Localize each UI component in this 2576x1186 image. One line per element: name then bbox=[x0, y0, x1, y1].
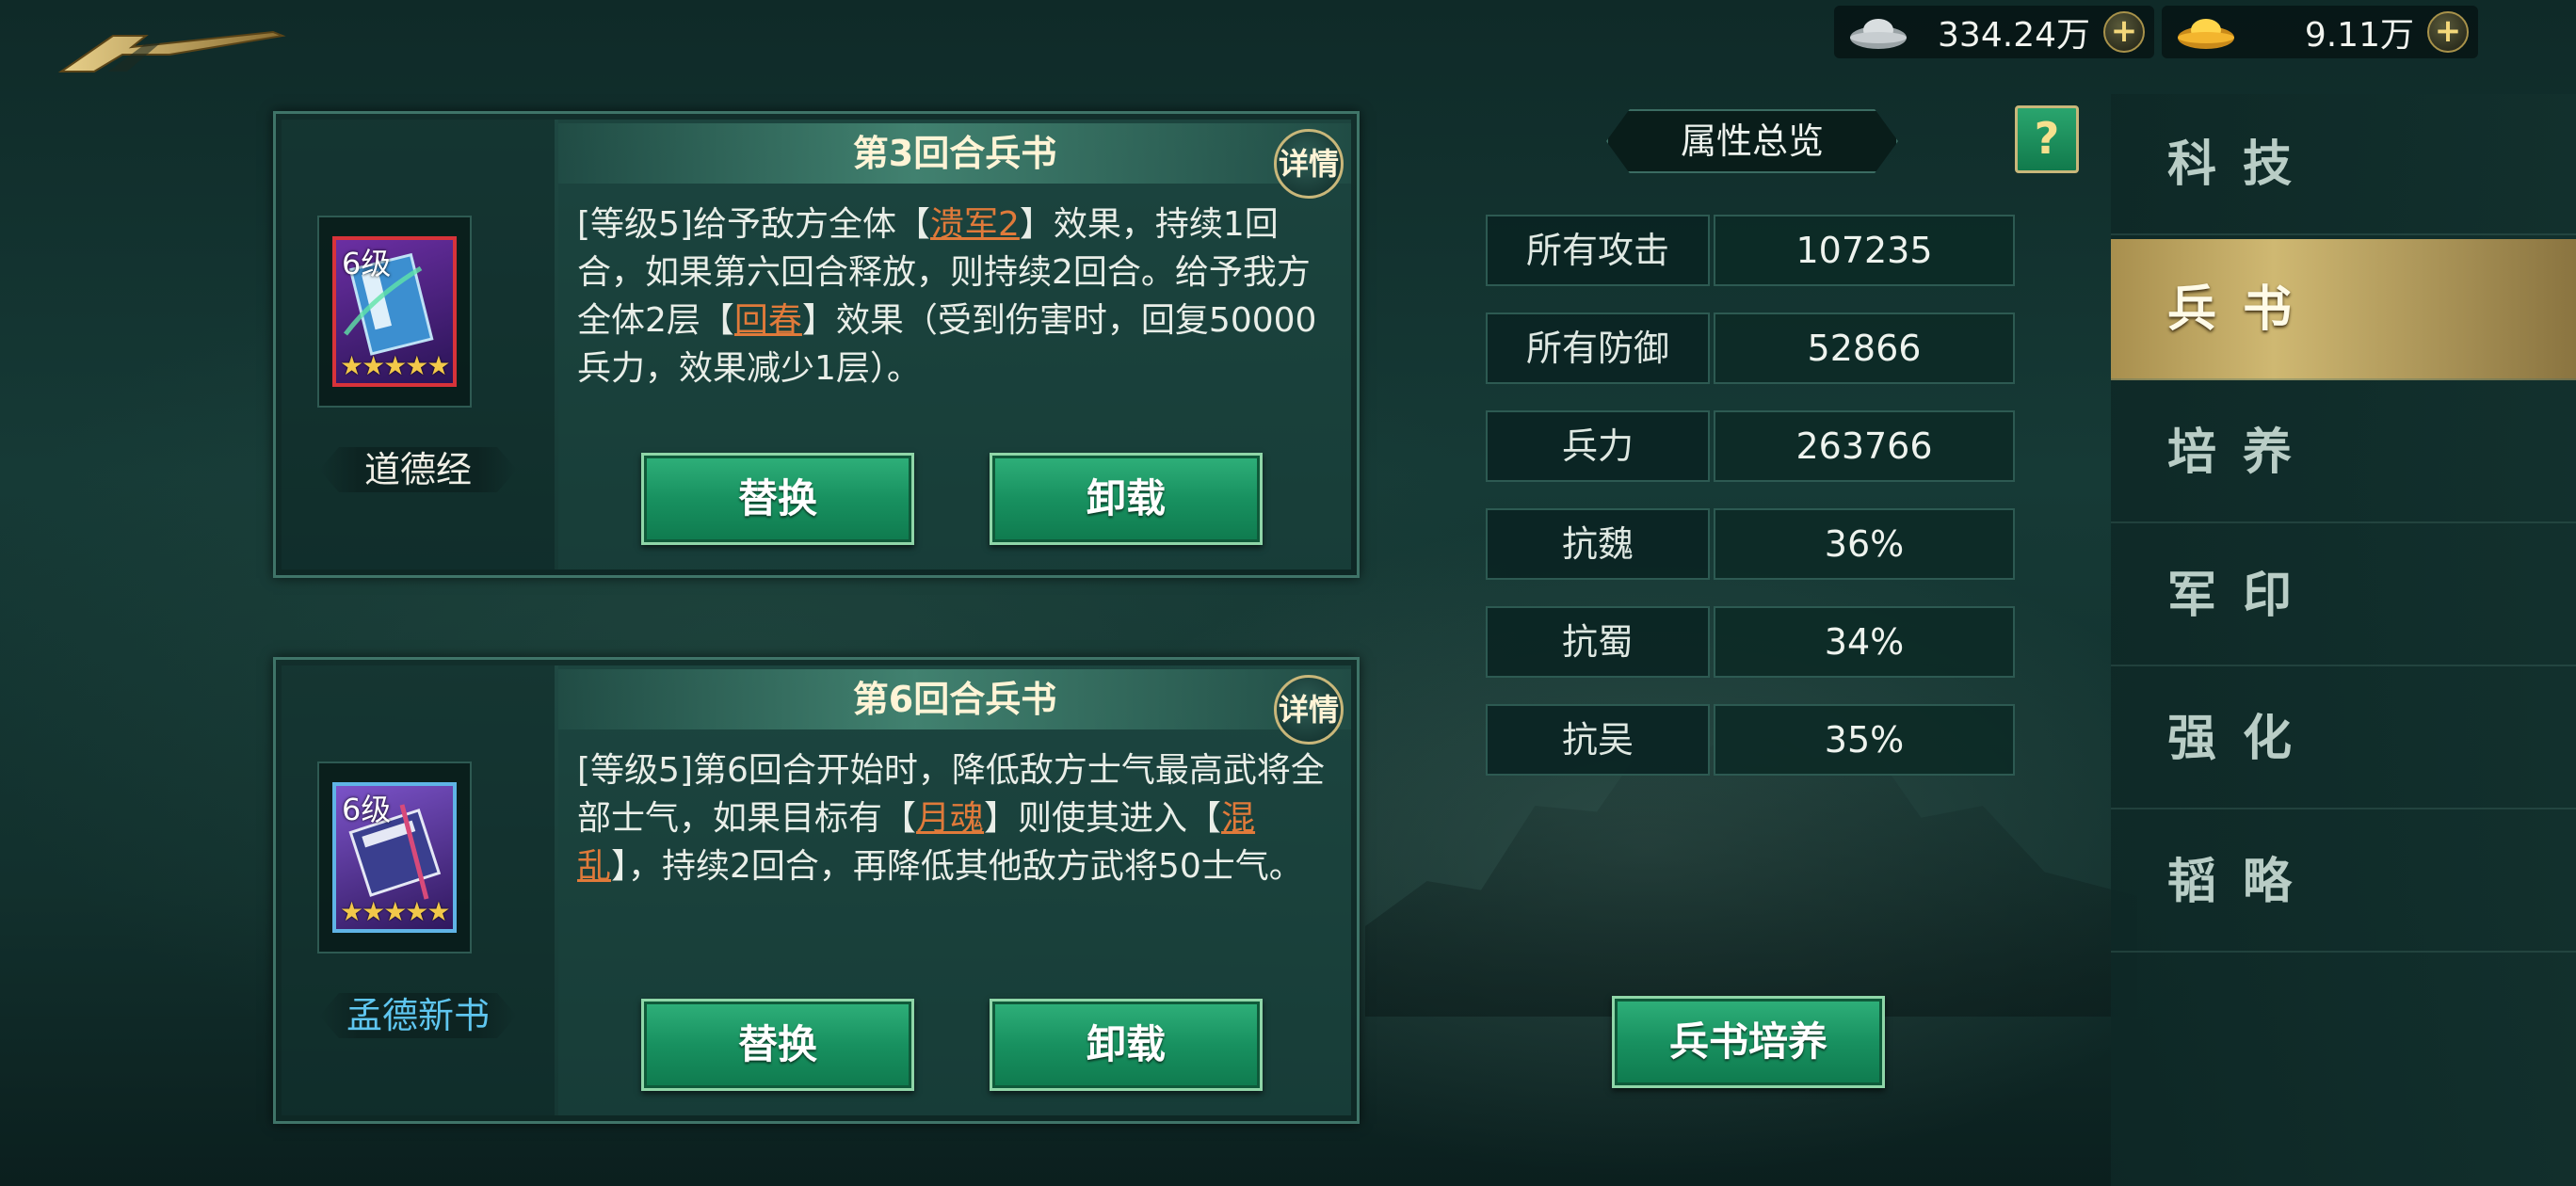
card-title: 第3回合兵书 bbox=[852, 133, 1057, 174]
book-name: 孟德新书 bbox=[319, 993, 517, 1038]
war-book-card-round3: 第3回合兵书 详情 6级 ★★★★★ 道德经 [等级5]给予敌方全体【溃军2】效… bbox=[273, 111, 1360, 578]
attribute-label: 兵力 bbox=[1486, 410, 1710, 482]
attribute-value: 263766 bbox=[1714, 410, 2015, 482]
attribute-row: 抗魏 36% bbox=[1486, 508, 2015, 580]
attribute-overview-title: 属性总览 bbox=[1606, 109, 1898, 173]
nav-tab-enhance[interactable]: 强化 bbox=[2111, 668, 2576, 809]
gold-ingot-icon bbox=[2178, 19, 2234, 49]
nav-tab-strategy[interactable]: 韬略 bbox=[2111, 811, 2576, 953]
replace-button[interactable]: 替换 bbox=[641, 453, 914, 545]
attribute-row: 抗蜀 34% bbox=[1486, 606, 2015, 678]
gold-currency: 9.11万 + bbox=[2162, 6, 2478, 58]
book-slot[interactable]: 6级 ★★★★★ bbox=[317, 216, 472, 408]
attribute-value: 35% bbox=[1714, 704, 2015, 776]
add-silver-button[interactable]: + bbox=[2103, 11, 2145, 53]
silver-ingot-icon bbox=[1850, 19, 1907, 49]
desc-text: [等级5]给予敌方全体【 bbox=[577, 205, 930, 244]
add-gold-button[interactable]: + bbox=[2427, 11, 2469, 53]
unload-button[interactable]: 卸载 bbox=[990, 999, 1263, 1091]
detail-button[interactable]: 详情 bbox=[1274, 675, 1344, 745]
keyword-link[interactable]: 月魂 bbox=[916, 799, 984, 838]
book-icon: 6级 ★★★★★ bbox=[332, 782, 457, 933]
detail-button[interactable]: 详情 bbox=[1274, 129, 1344, 199]
replace-button[interactable]: 替换 bbox=[641, 999, 914, 1091]
book-name: 道德经 bbox=[319, 447, 517, 492]
attribute-row: 所有防御 52866 bbox=[1486, 313, 2015, 384]
desc-text: 】，持续2回合，再降低其他敌方武将50士气。 bbox=[611, 847, 1303, 886]
back-button[interactable] bbox=[56, 26, 292, 83]
silver-currency: 334.24万 + bbox=[1834, 6, 2154, 58]
attribute-row: 兵力 263766 bbox=[1486, 410, 2015, 482]
cultivate-book-button[interactable]: 兵书培养 bbox=[1612, 996, 1885, 1088]
keyword-link[interactable]: 回春 bbox=[734, 301, 802, 340]
nav-tab-train[interactable]: 培养 bbox=[2111, 382, 2576, 523]
back-arrow-icon bbox=[57, 30, 286, 72]
attribute-label: 抗魏 bbox=[1486, 508, 1710, 580]
attribute-label: 抗吴 bbox=[1486, 704, 1710, 776]
book-description: [等级5]第6回合开始时，降低敌方士气最高武将全部士气，如果目标有【月魂】则使其… bbox=[577, 746, 1330, 890]
card-title: 第6回合兵书 bbox=[852, 679, 1057, 720]
help-button[interactable]: ? bbox=[2015, 105, 2079, 173]
attribute-value: 107235 bbox=[1714, 215, 2015, 286]
gold-value: 9.11万 bbox=[2304, 16, 2414, 55]
attribute-label: 所有防御 bbox=[1486, 313, 1710, 384]
star-rating: ★★★★★ bbox=[340, 896, 451, 927]
attribute-value: 52866 bbox=[1714, 313, 2015, 384]
nav-tab-tech[interactable]: 科技 bbox=[2111, 94, 2576, 235]
star-rating: ★★★★★ bbox=[340, 350, 451, 381]
attribute-label: 抗蜀 bbox=[1486, 606, 1710, 678]
book-slot[interactable]: 6级 ★★★★★ bbox=[317, 761, 472, 954]
desc-text: 】则使其进入【 bbox=[984, 799, 1222, 838]
unload-button[interactable]: 卸载 bbox=[990, 453, 1263, 545]
war-book-card-round6: 第6回合兵书 详情 6级 ★★★★★ 孟德新书 [等级5]第6回合开始时，降低敌… bbox=[273, 657, 1360, 1124]
book-description: [等级5]给予敌方全体【溃军2】效果，持续1回合，如果第六回合释放，则持续2回合… bbox=[577, 200, 1330, 393]
nav-tab-army-seal[interactable]: 军印 bbox=[2111, 525, 2576, 666]
book-level: 6级 bbox=[342, 792, 392, 827]
silver-value: 334.24万 bbox=[1938, 16, 2090, 55]
attribute-row: 所有攻击 107235 bbox=[1486, 215, 2015, 286]
attribute-value: 36% bbox=[1714, 508, 2015, 580]
book-level: 6级 bbox=[342, 246, 392, 281]
keyword-link[interactable]: 溃军2 bbox=[930, 205, 1020, 244]
attribute-value: 34% bbox=[1714, 606, 2015, 678]
attribute-label: 所有攻击 bbox=[1486, 215, 1710, 286]
nav-tab-war-book[interactable]: 兵书 bbox=[2111, 239, 2576, 380]
attribute-row: 抗吴 35% bbox=[1486, 704, 2015, 776]
book-icon: 6级 ★★★★★ bbox=[332, 236, 457, 387]
